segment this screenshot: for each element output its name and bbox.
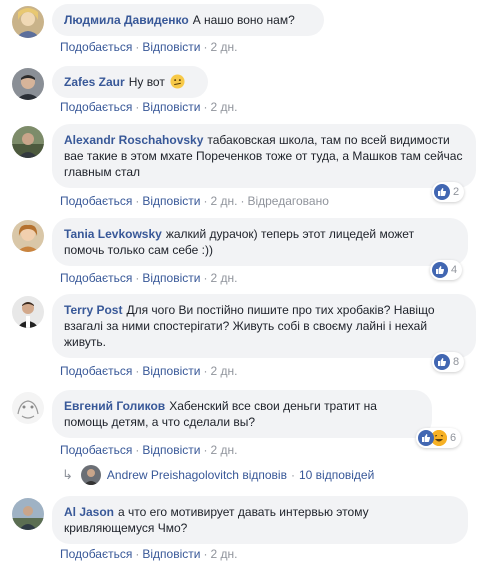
- reactions-badge[interactable]: 8: [432, 352, 465, 372]
- comment-6: Евгений Голиков Хабенский все свои деньги…: [12, 390, 472, 460]
- comment-bubble: Al Jason а что его мотивирует давать инте…: [52, 496, 468, 544]
- timestamp[interactable]: 2 дн.: [210, 194, 237, 208]
- confused-face-emoji: [170, 74, 185, 89]
- separator: ·: [203, 364, 208, 378]
- reply-author-avatar: [80, 465, 101, 485]
- like-reaction-icon: [434, 184, 450, 200]
- like-link[interactable]: Подобається: [60, 443, 132, 457]
- view-replies-link[interactable]: ↳ Andrew Preishagolovitch відповів · 10 ві…: [62, 465, 374, 485]
- reactions-badge[interactable]: 4: [430, 260, 463, 280]
- comment-author[interactable]: Tania Levkowsky: [64, 227, 162, 241]
- timestamp[interactable]: 2 дн.: [210, 364, 237, 378]
- avatar[interactable]: [12, 296, 44, 328]
- like-link[interactable]: Подобається: [60, 271, 132, 285]
- comment-5: Terry Post Для чого Ви постійно пишите пр…: [12, 294, 476, 380]
- avatar[interactable]: [12, 220, 44, 252]
- comment-4: Tania Levkowsky жалкий дурачок) теперь эт…: [12, 218, 472, 288]
- comment-bubble: Alexandr Roschahovsky табаковская школа, …: [52, 124, 476, 188]
- like-link[interactable]: Подобається: [60, 100, 132, 114]
- reply-link[interactable]: Відповісти: [142, 40, 200, 54]
- reply-author-name[interactable]: Andrew Preishagolovitch: [107, 465, 239, 485]
- comment-actions: Подобається · Відповісти · 2 дн.: [60, 270, 237, 286]
- separator: ·: [135, 271, 140, 285]
- comment-actions: Подобається · Відповісти · 2 дн.: [60, 546, 237, 562]
- like-link[interactable]: Подобається: [60, 40, 132, 54]
- comment-1: Людмила Давиденко А нашо воно нам? Подоба…: [12, 4, 472, 56]
- comment-author[interactable]: Zafes Zaur: [64, 75, 125, 89]
- reactions-badge[interactable]: 2: [432, 182, 465, 202]
- separator: ·: [203, 194, 208, 208]
- separator: ·: [203, 271, 208, 285]
- timestamp[interactable]: 2 дн.: [210, 40, 237, 54]
- reactions-count: 2: [453, 186, 460, 198]
- separator: ·: [135, 547, 140, 561]
- avatar[interactable]: [12, 68, 44, 100]
- comment-2: Zafes Zaur Ну вот Подобається · Відповісти ·…: [12, 66, 472, 118]
- comment-author[interactable]: Alexandr Roschahovsky: [64, 133, 203, 147]
- comment-actions: Подобається · Відповісти · 2 дн.: [60, 99, 237, 115]
- separator: ·: [203, 547, 208, 561]
- timestamp[interactable]: 2 дн.: [210, 547, 237, 561]
- comment-bubble: Zafes Zaur Ну вот: [52, 66, 208, 98]
- comment-actions: Подобається · Відповісти · 2 дн. · Відредагова…: [60, 193, 329, 209]
- timestamp[interactable]: 2 дн.: [210, 271, 237, 285]
- separator: ·: [135, 100, 140, 114]
- comment-bubble: Людмила Давиденко А нашо воно нам?: [52, 4, 324, 36]
- comment-bubble: Tania Levkowsky жалкий дурачок) теперь эт…: [52, 218, 468, 266]
- comment-bubble: Terry Post Для чого Ви постійно пишите пр…: [52, 294, 476, 358]
- reply-count[interactable]: 10 відповідей: [299, 465, 374, 485]
- reply-link[interactable]: Відповісти: [142, 547, 200, 561]
- comment-bubble: Евгений Голиков Хабенский все свои деньги…: [52, 390, 432, 438]
- like-link[interactable]: Подобається: [60, 547, 132, 561]
- like-link[interactable]: Подобається: [60, 364, 132, 378]
- comment-actions: Подобається · Відповісти · 2 дн.: [60, 39, 237, 55]
- reply-link[interactable]: Відповісти: [142, 364, 200, 378]
- reactions-count: 8: [453, 356, 460, 368]
- reply-link[interactable]: Відповісти: [142, 194, 200, 208]
- reply-link[interactable]: Відповісти: [142, 100, 200, 114]
- comment-author[interactable]: Евгений Голиков: [64, 399, 165, 413]
- reactions-count: 6: [450, 432, 457, 444]
- separator: ·: [203, 40, 208, 54]
- like-reaction-icon: [432, 262, 448, 278]
- timestamp[interactable]: 2 дн.: [210, 100, 237, 114]
- edited-label[interactable]: Відредаговано: [247, 194, 328, 208]
- avatar[interactable]: [12, 6, 44, 38]
- reply-link[interactable]: Відповісти: [142, 271, 200, 285]
- separator: ·: [240, 194, 245, 208]
- separator: ·: [135, 443, 140, 457]
- separator: ·: [135, 40, 140, 54]
- comment-3: Alexandr Roschahovsky табаковская школа, …: [12, 124, 476, 210]
- avatar[interactable]: [12, 392, 44, 424]
- like-reaction-icon: [434, 354, 450, 370]
- reactions-badge[interactable]: 6: [416, 428, 462, 448]
- separator: ·: [203, 443, 208, 457]
- separator: ·: [203, 100, 208, 114]
- timestamp[interactable]: 2 дн.: [210, 443, 237, 457]
- comment-actions: Подобається · Відповісти · 2 дн.: [60, 442, 237, 458]
- reply-action: відповів: [242, 468, 287, 482]
- reply-arrow-icon: ↳: [62, 467, 73, 482]
- comment-author[interactable]: Людмила Давиденко: [64, 13, 189, 27]
- comment-actions: Подобається · Відповісти · 2 дн.: [60, 363, 237, 379]
- like-link[interactable]: Подобається: [60, 194, 132, 208]
- reply-link[interactable]: Відповісти: [142, 443, 200, 457]
- separator: ·: [135, 194, 140, 208]
- comment-text: Ну вот: [128, 75, 165, 89]
- separator: ·: [135, 364, 140, 378]
- like-reaction-icon: [418, 430, 434, 446]
- separator: ·: [290, 468, 295, 482]
- avatar[interactable]: [12, 498, 44, 530]
- comment-author[interactable]: Al Jason: [64, 505, 114, 519]
- reactions-count: 4: [451, 264, 458, 276]
- comment-text: А нашо воно нам?: [192, 13, 295, 27]
- comment-7: Al Jason а что его мотивирует давать инте…: [12, 496, 472, 564]
- comment-author[interactable]: Terry Post: [64, 303, 122, 317]
- avatar[interactable]: [12, 126, 44, 158]
